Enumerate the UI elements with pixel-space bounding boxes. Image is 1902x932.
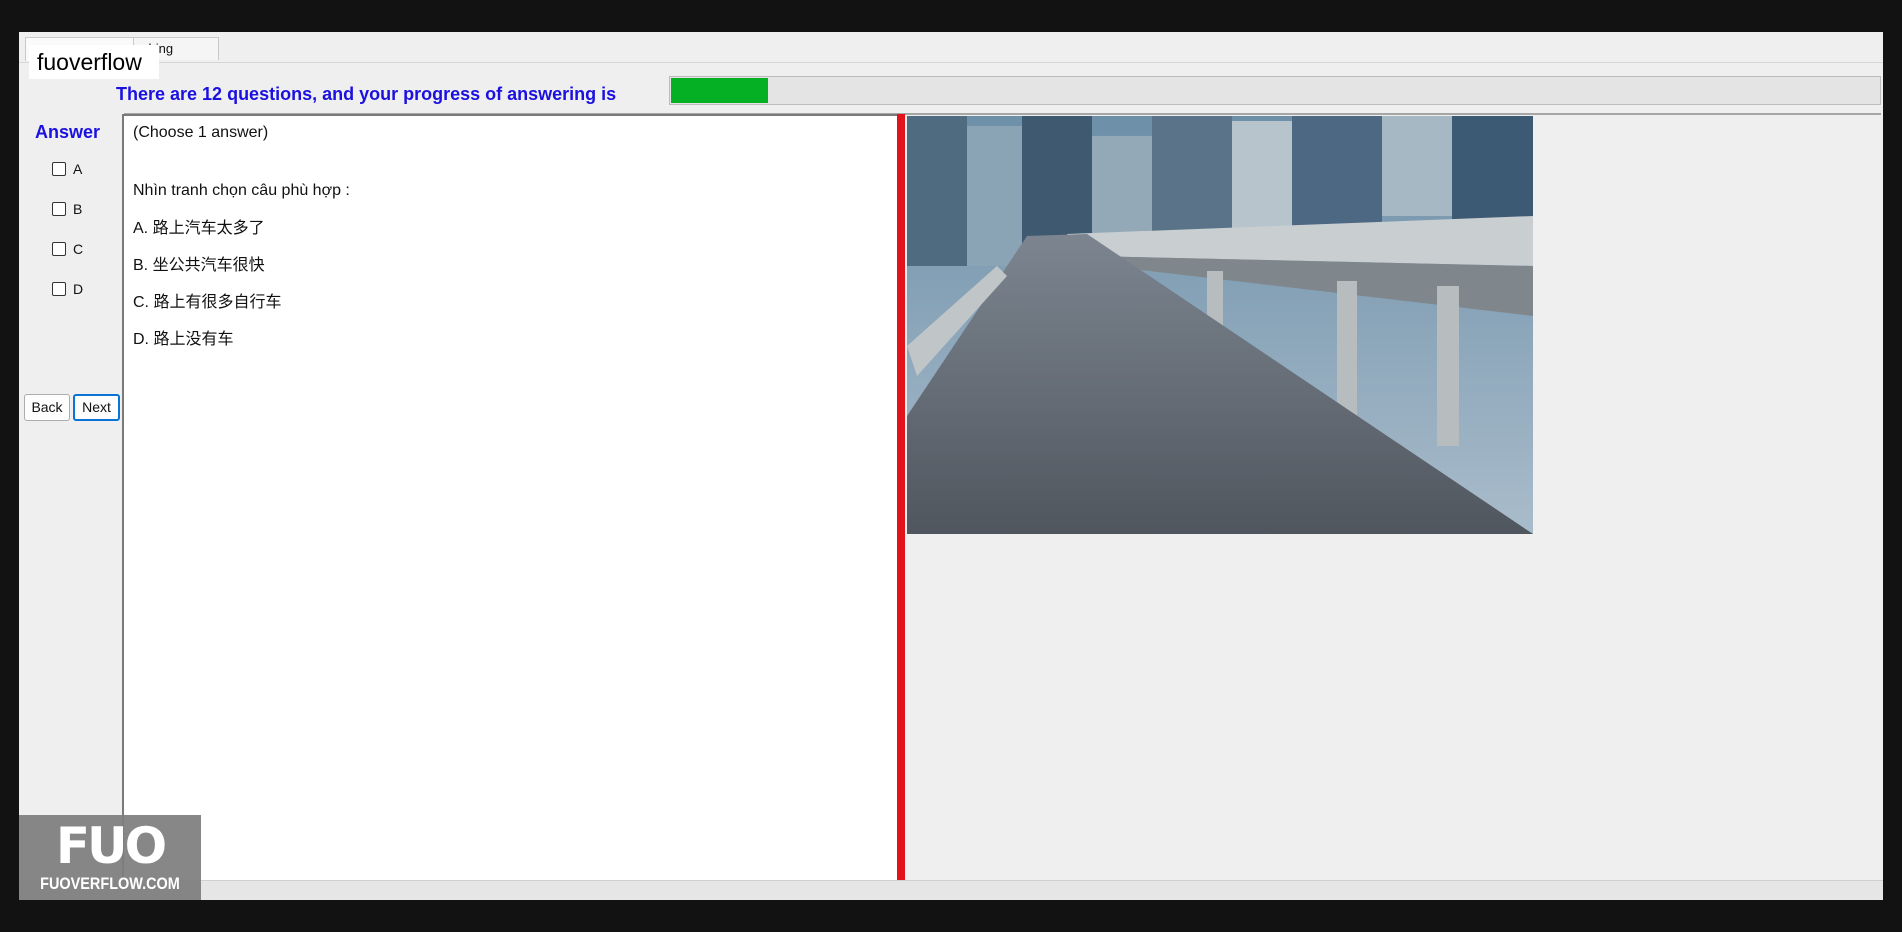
- checkbox-b[interactable]: [52, 202, 66, 216]
- question-prompt: Nhìn tranh chọn câu phù hợp :: [133, 182, 350, 199]
- option-label-c: C: [73, 241, 84, 257]
- choice-d-text: 路上没有车: [153, 329, 234, 348]
- question-instruction: (Choose 1 answer): [133, 124, 269, 141]
- choice-c-text: 路上有很多自行车: [153, 292, 282, 311]
- option-label-a: A: [73, 161, 83, 177]
- checkbox-d[interactable]: [52, 282, 66, 296]
- fuo-logo: FUO FUOVERFLOW.COM: [19, 815, 201, 900]
- panel-splitter[interactable]: [897, 114, 905, 880]
- option-label-d: D: [73, 281, 84, 297]
- choice-b: B. 坐公共汽车很快: [133, 251, 265, 275]
- question-panel: (Choose 1 answer) Nhìn tranh chọn câu ph…: [122, 114, 898, 880]
- answer-option-a[interactable]: A: [52, 161, 82, 177]
- tab-strip: ching: [19, 32, 1883, 63]
- answer-option-d[interactable]: D: [52, 281, 83, 297]
- question-image: [907, 116, 1533, 534]
- choice-a-letter: A.: [133, 220, 149, 237]
- traffic-jam-photo: [907, 116, 1533, 534]
- choice-c-letter: C.: [133, 294, 149, 311]
- progress-bar: [669, 76, 1881, 105]
- choice-a: A. 路上汽车太多了: [133, 214, 265, 238]
- back-button[interactable]: Back: [24, 394, 70, 421]
- checkbox-a[interactable]: [52, 162, 66, 176]
- answer-title: Answer: [35, 122, 101, 142]
- choice-d: D. 路上没有车: [133, 325, 233, 349]
- status-bar: [19, 880, 1883, 900]
- fuo-logo-mark: FUO: [55, 817, 167, 875]
- progress-text: There are 12 questions, and your progres…: [116, 84, 617, 104]
- checkbox-c[interactable]: [52, 242, 66, 256]
- choice-c: C. 路上有很多自行车: [133, 288, 281, 312]
- next-button[interactable]: Next: [73, 394, 120, 421]
- answer-option-b[interactable]: B: [52, 201, 82, 217]
- watermark-label: fuoverflow: [29, 45, 159, 79]
- choice-d-letter: D.: [133, 331, 149, 348]
- choice-a-text: 路上汽车太多了: [152, 218, 265, 237]
- exam-window: ching There are 12 questions, and your p…: [19, 32, 1883, 900]
- answer-option-c[interactable]: C: [52, 241, 83, 257]
- progress-bar-fill: [671, 78, 768, 103]
- choice-b-letter: B.: [133, 257, 149, 274]
- option-label-b: B: [73, 201, 83, 217]
- fuo-logo-url: FUOVERFLOW.COM: [40, 874, 180, 893]
- choice-b-text: 坐公共汽车很快: [152, 255, 265, 274]
